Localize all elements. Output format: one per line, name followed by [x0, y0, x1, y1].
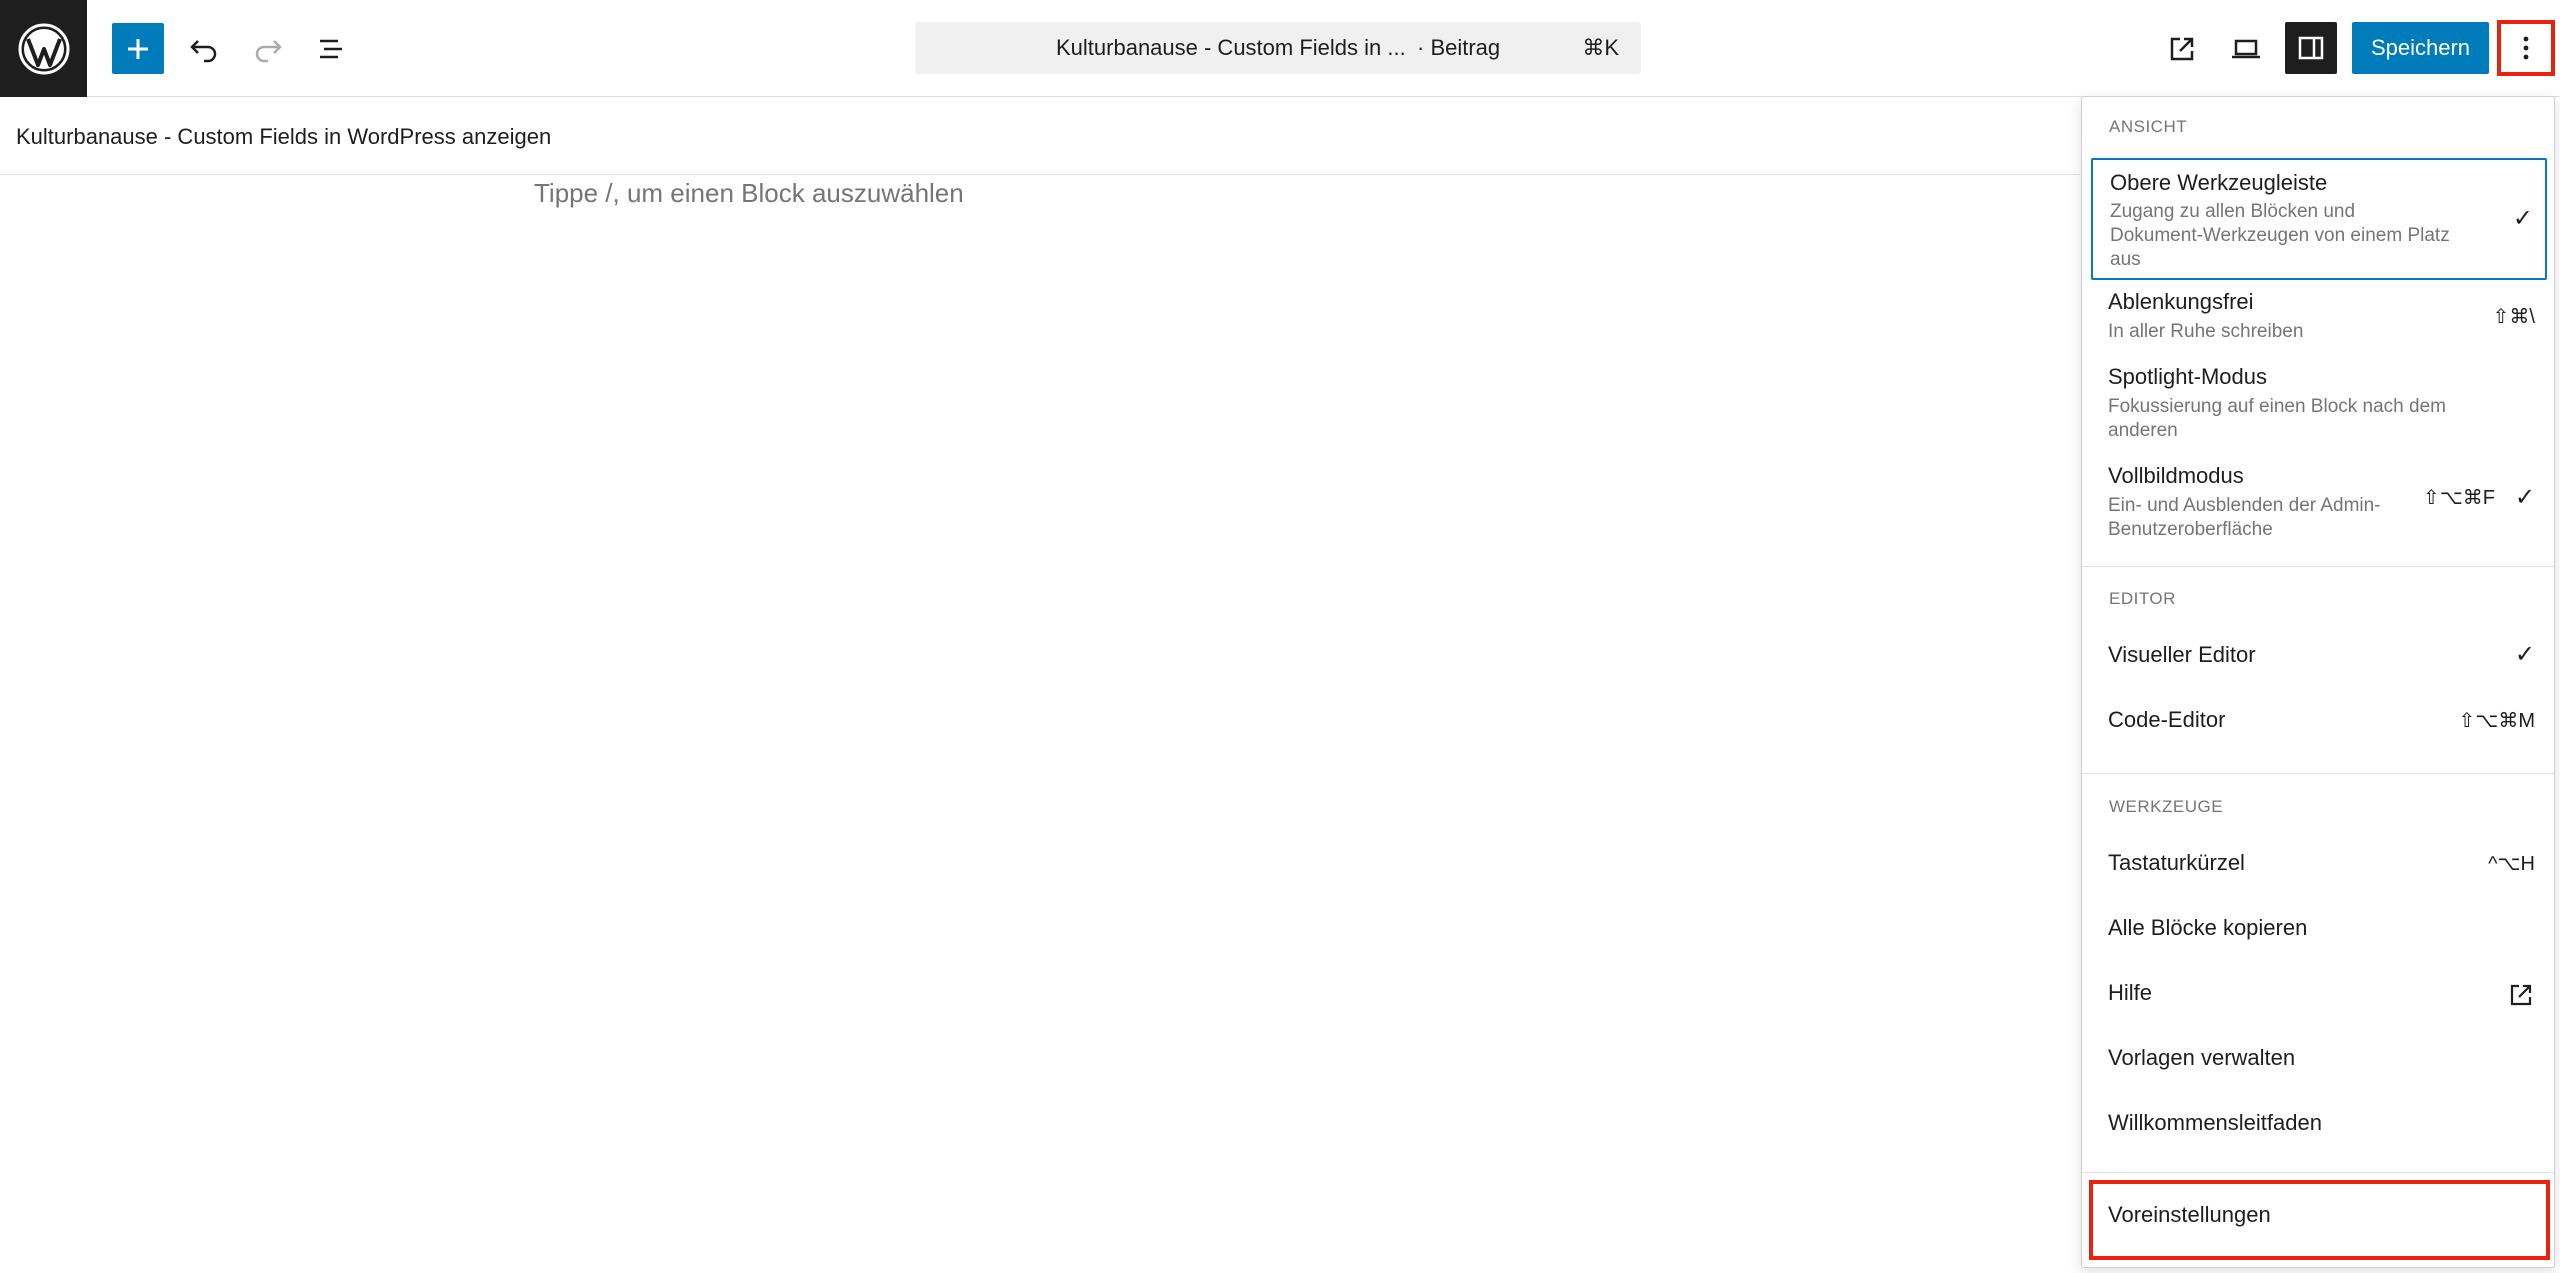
menu-item-code-editor[interactable]: Code-Editor ⇧⌥⌘M: [2091, 692, 2547, 752]
plus-icon: [128, 38, 148, 59]
group-label-view: ANSICHT: [2109, 117, 2188, 136]
command-center-shortcut: ⌘K: [1582, 35, 1619, 60]
menu-divider: [2082, 773, 2554, 774]
block-placeholder[interactable]: Tippe /, um einen Block auszuwählen: [534, 178, 964, 209]
redo-icon: [255, 39, 282, 62]
menu-item-top-toolbar[interactable]: Obere Werkzeugleiste Zugang zu allen Blö…: [2091, 158, 2547, 280]
list-view-icon: [320, 39, 342, 58]
menu-item-spotlight-mode[interactable]: Spotlight-Modus Fokussierung auf einen B…: [2091, 358, 2547, 454]
menu-item-keyboard-shortcuts[interactable]: Tastaturkürzel ^⌥H: [2091, 835, 2547, 895]
menu-item-preferences[interactable]: Voreinstellungen: [2091, 1187, 2547, 1247]
group-label-editor: EDITOR: [2109, 589, 2176, 608]
external-link-icon: [2170, 37, 2194, 60]
check-icon: ✓: [2514, 641, 2535, 668]
external-link-icon: [2510, 984, 2532, 1006]
settings-sidebar-toggle[interactable]: [2285, 22, 2337, 74]
group-label-tools: WERKZEUGE: [2109, 797, 2224, 816]
document-bar: Kulturbanause - Custom Fields in WordPre…: [0, 97, 2080, 175]
undo-icon: [190, 39, 217, 62]
editor-header: Kulturbanause - Custom Fields in ... · B…: [0, 0, 2560, 97]
menu-item-manage-patterns[interactable]: Vorlagen verwalten: [2091, 1030, 2547, 1090]
block-inserter-button[interactable]: [112, 23, 164, 74]
save-button[interactable]: Speichern: [2352, 22, 2489, 74]
options-dropdown-menu: ANSICHT Obere Werkzeugleiste Zugang zu a…: [2081, 96, 2555, 1268]
command-center-title: Kulturbanause - Custom Fields in ...: [1056, 35, 1406, 60]
menu-item-fullscreen-mode[interactable]: Vollbildmodus Ein- und Ausblenden der Ad…: [2091, 457, 2547, 557]
menu-item-welcome-guide[interactable]: Willkommensleitfaden: [2091, 1095, 2547, 1155]
menu-divider: [2082, 1172, 2554, 1173]
menu-item-distraction-free[interactable]: Ablenkungsfrei In aller Ruhe schreiben ⇧…: [2091, 283, 2547, 355]
menu-item-copy-all-blocks[interactable]: Alle Blöcke kopieren: [2091, 900, 2547, 960]
undo-button[interactable]: [178, 23, 230, 74]
check-icon: ✓: [2514, 484, 2535, 511]
laptop-icon: [2232, 39, 2260, 58]
wordpress-logo-icon[interactable]: [0, 0, 87, 97]
menu-item-help[interactable]: Hilfe: [2091, 965, 2547, 1025]
command-center[interactable]: Kulturbanause - Custom Fields in ... · B…: [915, 22, 1641, 74]
menu-divider: [2082, 566, 2554, 567]
post-title[interactable]: Kulturbanause - Custom Fields in WordPre…: [16, 124, 551, 150]
menu-item-visual-editor[interactable]: Visueller Editor ✓: [2091, 627, 2547, 687]
command-center-post-type: · Beitrag: [1417, 35, 1501, 60]
options-menu-button[interactable]: [2500, 22, 2552, 74]
sidebar-icon: [2298, 36, 2324, 60]
document-overview-button[interactable]: [306, 23, 358, 74]
check-icon: ✓: [2512, 205, 2533, 232]
preview-device-button[interactable]: [2220, 23, 2272, 74]
view-post-button[interactable]: [2156, 23, 2208, 74]
redo-button[interactable]: [242, 23, 294, 74]
more-vertical-icon: [2523, 36, 2529, 60]
